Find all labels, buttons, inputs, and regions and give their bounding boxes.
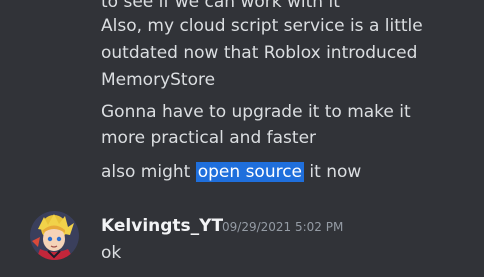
message-timestamp[interactable]: 09/29/2021 5:02 PM	[222, 219, 343, 235]
message-content: ok	[101, 243, 122, 263]
message-text-before: also might	[101, 162, 196, 182]
message-line-6: also might open source it now	[101, 160, 361, 185]
message-line-cutoff: to see if we can work with it	[101, 0, 340, 12]
anime-avatar-icon	[30, 211, 79, 260]
message-line-4: Gonna have to upgrade it to make it	[101, 102, 411, 122]
message-line-3: MemoryStore	[101, 70, 216, 90]
message-line-2: outdated now that Roblox introduced	[101, 43, 418, 63]
avatar[interactable]	[30, 211, 79, 260]
message-text-after: it now	[304, 162, 362, 182]
message-author[interactable]: Kelvingts_YT	[101, 214, 223, 238]
selected-text-highlight[interactable]: open source	[195, 162, 305, 182]
message-line-5: more practical and faster	[101, 128, 317, 148]
message-line-1: Also, my cloud script service is a littl…	[101, 16, 423, 36]
